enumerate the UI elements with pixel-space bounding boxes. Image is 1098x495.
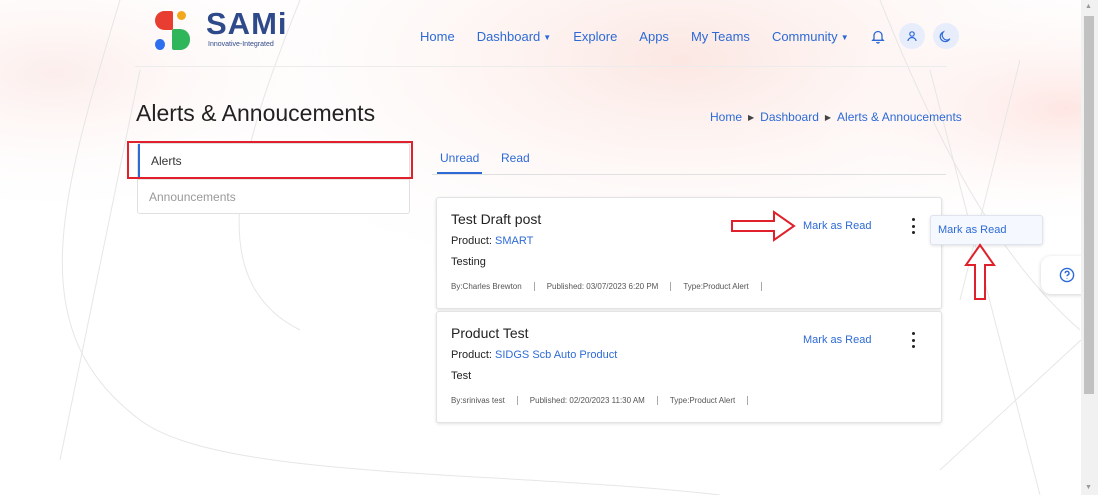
tab-read[interactable]: Read xyxy=(501,151,530,165)
alert-title: Product Test xyxy=(451,325,529,341)
bell-icon[interactable] xyxy=(870,29,885,44)
top-nav: Home Dashboard ▼ Explore Apps My Teams Co… xyxy=(420,23,967,49)
alert-description: Test xyxy=(451,370,472,382)
alert-product: Product: SIDGS Scb Auto Product xyxy=(451,349,617,361)
product-link[interactable]: SMART xyxy=(495,235,533,247)
breadcrumb-dashboard[interactable]: Dashboard xyxy=(760,110,819,124)
alert-author: By:srinivas test xyxy=(451,396,518,405)
alert-published: Published: 03/07/2023 6:20 PM xyxy=(547,282,672,291)
logo-mark-green xyxy=(172,29,190,50)
read-status-tabs: Unread Read xyxy=(432,147,946,175)
breadcrumb: Home ▶ Dashboard ▶ Alerts & Annoucements xyxy=(710,110,962,124)
logo-mark-yellow xyxy=(177,11,186,20)
alert-card: Test Draft post Product: SMART Testing B… xyxy=(436,197,942,309)
highlight-box xyxy=(127,141,413,179)
nav-community[interactable]: Community ▼ xyxy=(772,29,849,44)
alert-author: By:Charles Brewton xyxy=(451,282,535,291)
breadcrumb-home[interactable]: Home xyxy=(710,110,742,124)
mark-as-read-link[interactable]: Mark as Read xyxy=(803,334,871,346)
header-divider xyxy=(135,66,947,67)
nav-home[interactable]: Home xyxy=(420,29,455,44)
nav-community-label: Community xyxy=(771,28,838,44)
product-link[interactable]: SIDGS Scb Auto Product xyxy=(495,349,617,361)
nav-apps[interactable]: Apps xyxy=(639,29,669,44)
sami-logo[interactable]: SAMi Innovative-Integrated xyxy=(152,6,292,54)
caret-right-icon: ▶ xyxy=(824,112,832,122)
mark-as-read-link[interactable]: Mark as Read xyxy=(803,220,871,232)
nav-my-teams[interactable]: My Teams xyxy=(691,29,750,44)
alert-title: Test Draft post xyxy=(451,211,542,227)
product-label: Product: xyxy=(451,349,492,361)
tab-unread[interactable]: Unread xyxy=(436,151,483,174)
logo-mark-blue xyxy=(155,39,165,50)
breadcrumb-current: Alerts & Annoucements xyxy=(837,110,962,124)
page-title: Alerts & Annoucements xyxy=(136,100,376,126)
logo-mark-red xyxy=(155,11,173,30)
chevron-down-icon: ▼ xyxy=(543,32,552,42)
alert-published: Published: 02/20/2023 11:30 AM xyxy=(530,396,658,405)
moon-icon[interactable] xyxy=(932,23,959,49)
mark-as-read-menu-item[interactable]: Mark as Read xyxy=(930,215,1043,245)
alert-product: Product: SMART xyxy=(451,235,533,247)
brand-tagline: Innovative-Integrated xyxy=(208,41,274,48)
alert-description: Testing xyxy=(451,256,486,268)
caret-right-icon: ▶ xyxy=(748,112,755,122)
nav-explore[interactable]: Explore xyxy=(573,29,617,44)
help-icon xyxy=(1059,267,1075,283)
scroll-up-icon[interactable]: ▲ xyxy=(1085,3,1092,10)
product-label: Product: xyxy=(451,235,492,247)
sidebar-item-announcements[interactable]: Announcements xyxy=(138,179,409,213)
user-icon[interactable] xyxy=(898,23,925,49)
alert-meta: By:Charles Brewton Published: 03/07/2023… xyxy=(451,282,774,291)
nav-dashboard[interactable]: Dashboard ▼ xyxy=(477,29,552,44)
arrow-up-icon xyxy=(964,243,996,300)
alert-meta: By:srinivas test Published: 02/20/2023 1… xyxy=(451,396,760,405)
brand-name: SAMi xyxy=(206,6,288,41)
scroll-down-icon[interactable]: ▼ xyxy=(1085,484,1092,491)
chevron-down-icon: ▼ xyxy=(840,32,849,42)
alert-type: Type:Product Alert xyxy=(670,396,749,405)
alert-type: Type:Product Alert xyxy=(683,282,762,291)
more-options-icon[interactable] xyxy=(907,332,919,348)
nav-dashboard-label: Dashboard xyxy=(476,28,541,44)
scrollbar-thumb[interactable] xyxy=(1084,16,1094,394)
more-options-icon[interactable] xyxy=(907,218,919,234)
alert-card: Product Test Product: SIDGS Scb Auto Pro… xyxy=(436,311,942,423)
page-scrollbar[interactable]: ▲ ▼ xyxy=(1081,0,1098,495)
